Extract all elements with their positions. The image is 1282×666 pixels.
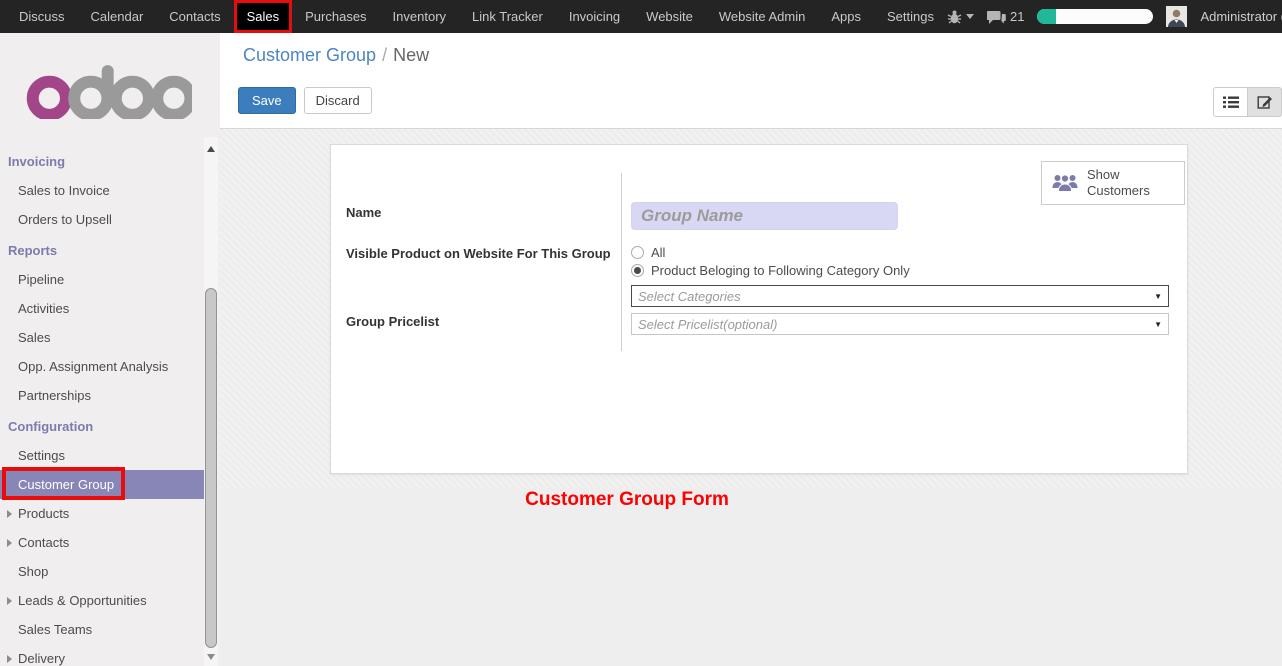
- sidebar-item-shop[interactable]: Shop: [0, 557, 204, 586]
- breadcrumb-customer-group[interactable]: Customer Group: [243, 45, 376, 65]
- sidebar-item-customer-group[interactable]: Customer Group: [0, 470, 204, 499]
- breadcrumb-current: New: [393, 45, 429, 65]
- sidebar-header-invoicing: Invoicing: [0, 145, 220, 176]
- sidebar-item-opp-assignment-analysis[interactable]: Opp. Assignment Analysis: [0, 352, 204, 381]
- sidebar-item-partnerships[interactable]: Partnerships: [0, 381, 204, 410]
- sidebar-item-sales-to-invoice[interactable]: Sales to Invoice: [0, 176, 204, 205]
- nav-item-inventory[interactable]: Inventory: [380, 0, 459, 33]
- show-customers-button[interactable]: Show Customers: [1041, 161, 1185, 205]
- sidebar-header-configuration: Configuration: [0, 410, 220, 441]
- top-menu: Discuss Calendar Contacts Sales Purchase…: [6, 0, 947, 33]
- customers-group-icon: [1052, 173, 1078, 193]
- view-switcher: [1213, 87, 1282, 117]
- sidebar-item-label: Leads & Opportunities: [18, 593, 147, 608]
- sidebar-item-pipeline[interactable]: Pipeline: [0, 265, 204, 294]
- radio-button-checked[interactable]: [631, 264, 644, 277]
- radio-option-category-only[interactable]: Product Beloging to Following Category O…: [631, 263, 910, 278]
- list-view-button[interactable]: [1213, 87, 1248, 117]
- user-avatar[interactable]: [1166, 6, 1187, 27]
- nav-item-link-tracker[interactable]: Link Tracker: [459, 0, 556, 33]
- select-placeholder: Select Categories: [638, 289, 741, 304]
- top-navbar: Discuss Calendar Contacts Sales Purchase…: [0, 0, 1282, 33]
- sidebar-scrollbar-thumb[interactable]: [205, 288, 217, 648]
- scroll-up-arrow-icon[interactable]: [207, 146, 215, 152]
- radio-label: All: [651, 245, 665, 260]
- expand-caret-icon: [7, 510, 12, 518]
- radio-label: Product Beloging to Following Category O…: [651, 263, 910, 278]
- select-categories-dropdown[interactable]: Select Categories ▼: [631, 285, 1169, 307]
- messages-button[interactable]: 21: [987, 9, 1024, 25]
- nav-item-website[interactable]: Website: [633, 0, 706, 33]
- list-view-icon: [1223, 94, 1239, 110]
- visibility-field-label: Visible Product on Website For This Grou…: [346, 246, 611, 261]
- select-pricelist-dropdown[interactable]: Select Pricelist(optional) ▼: [631, 313, 1169, 335]
- sidebar-item-label: Products: [18, 506, 69, 521]
- nav-item-website-admin[interactable]: Website Admin: [706, 0, 818, 33]
- breadcrumb: Customer Group / New: [243, 45, 429, 66]
- form-view-icon: [1257, 94, 1273, 110]
- sidebar-item-settings[interactable]: Settings: [0, 441, 204, 470]
- timer-progress-pill: [1037, 9, 1153, 24]
- sidebar-item-label: Contacts: [18, 535, 69, 550]
- main-content: Customer Group / New Save Discard: [220, 33, 1282, 666]
- sidebar-item-contacts[interactable]: Contacts: [0, 528, 204, 557]
- timer-progress-fill: [1037, 9, 1056, 24]
- app-body: Invoicing Sales to Invoice Orders to Ups…: [0, 33, 1282, 666]
- radio-option-all[interactable]: All: [631, 245, 665, 260]
- show-customers-label: Show Customers: [1087, 167, 1159, 200]
- sidebar-scrollbar[interactable]: [204, 137, 218, 666]
- discard-button[interactable]: Discard: [304, 87, 372, 114]
- form-sheet-background: Show Customers Name Visible Product on W…: [220, 129, 1282, 488]
- nav-item-contacts[interactable]: Contacts: [156, 0, 233, 33]
- sidebar-item-orders-to-upsell[interactable]: Orders to Upsell: [0, 205, 204, 234]
- expand-caret-icon: [7, 597, 12, 605]
- annotation-caption: Customer Group Form: [427, 489, 827, 511]
- select-placeholder: Select Pricelist(optional): [638, 317, 777, 332]
- sidebar: Invoicing Sales to Invoice Orders to Ups…: [0, 33, 220, 666]
- customer-group-form-card: Show Customers Name Visible Product on W…: [330, 144, 1188, 474]
- sidebar-item-leads-opportunities[interactable]: Leads & Opportunities: [0, 586, 204, 615]
- nav-item-calendar[interactable]: Calendar: [78, 0, 157, 33]
- radio-button-unchecked[interactable]: [631, 246, 644, 259]
- form-action-buttons: Save Discard: [238, 87, 372, 114]
- message-count-badge: 21: [1010, 9, 1024, 24]
- name-field-label: Name: [346, 205, 381, 220]
- user-menu[interactable]: Administrator (braintree): [1200, 9, 1282, 24]
- sidebar-header-reports: Reports: [0, 234, 220, 265]
- form-view-button[interactable]: [1248, 87, 1282, 117]
- sidebar-item-label: Delivery: [18, 651, 65, 666]
- sidebar-item-products[interactable]: Products: [0, 499, 204, 528]
- chat-icon: [987, 9, 1006, 25]
- chevron-down-icon: [966, 14, 974, 19]
- group-name-input[interactable]: [631, 202, 898, 230]
- sidebar-item-sales[interactable]: Sales: [0, 323, 204, 352]
- nav-item-purchases[interactable]: Purchases: [292, 0, 379, 33]
- sidebar-item-sales-teams[interactable]: Sales Teams: [0, 615, 204, 644]
- nav-item-discuss[interactable]: Discuss: [6, 0, 78, 33]
- pricelist-field-label: Group Pricelist: [346, 314, 439, 329]
- expand-caret-icon: [7, 539, 12, 547]
- sidebar-menu: Invoicing Sales to Invoice Orders to Ups…: [0, 145, 220, 666]
- debug-menu-button[interactable]: [947, 9, 974, 24]
- nav-item-apps[interactable]: Apps: [818, 0, 874, 33]
- odoo-app-window: Discuss Calendar Contacts Sales Purchase…: [0, 0, 1282, 666]
- nav-item-invoicing[interactable]: Invoicing: [556, 0, 633, 33]
- navbar-systray: 21 Administrator (braintree): [947, 0, 1282, 33]
- chevron-down-icon: ▼: [1154, 292, 1162, 301]
- control-panel: Customer Group / New Save Discard: [220, 33, 1282, 129]
- breadcrumb-separator: /: [382, 45, 387, 65]
- odoo-logo: [26, 63, 192, 119]
- sidebar-item-activities[interactable]: Activities: [0, 294, 204, 323]
- bug-icon: [947, 9, 962, 24]
- expand-caret-icon: [7, 655, 12, 663]
- form-column-divider: [621, 173, 622, 351]
- nav-item-sales[interactable]: Sales: [234, 0, 293, 33]
- sidebar-item-delivery[interactable]: Delivery: [0, 644, 204, 666]
- chevron-down-icon: ▼: [1154, 320, 1162, 329]
- save-button[interactable]: Save: [238, 87, 296, 114]
- scroll-down-arrow-icon[interactable]: [207, 654, 215, 660]
- nav-item-settings[interactable]: Settings: [874, 0, 947, 33]
